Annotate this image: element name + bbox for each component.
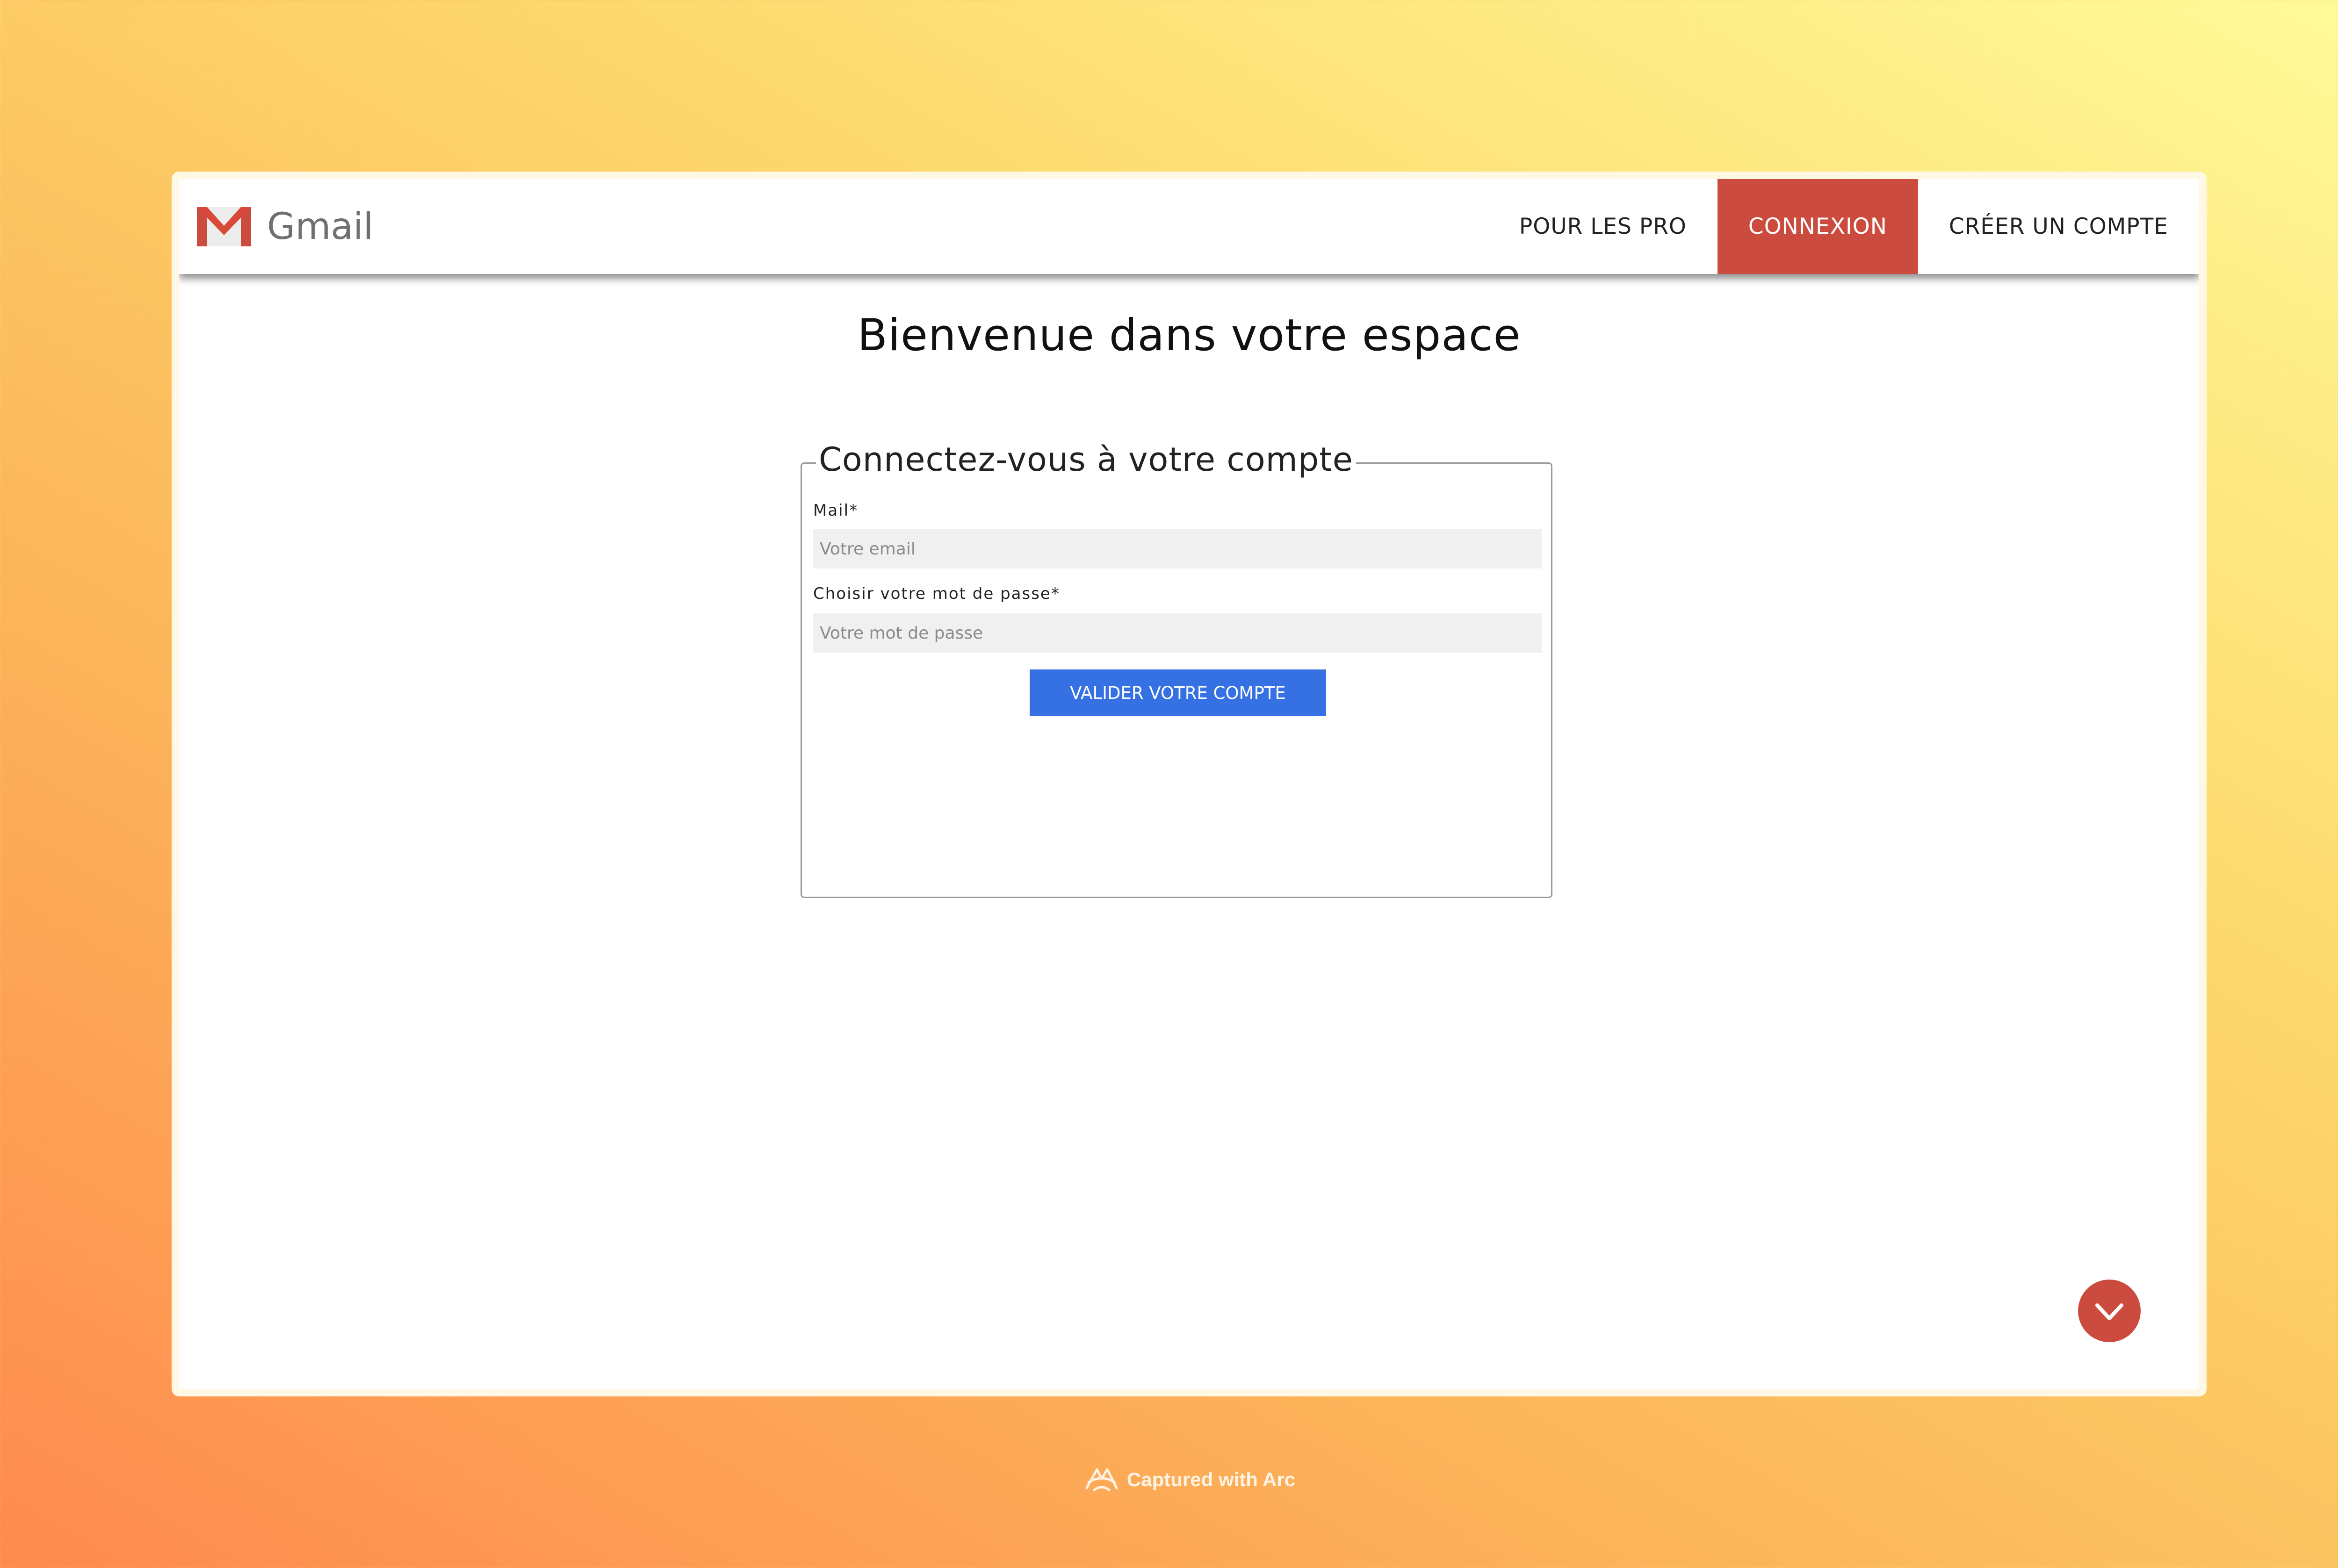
nav-link-creer-un-compte[interactable]: CRÉER UN COMPTE	[1918, 179, 2199, 274]
nav-links: POUR LES PRO CONNEXION CRÉER UN COMPTE	[1488, 179, 2199, 274]
browser-window: Gmail POUR LES PRO CONNEXION CRÉER UN CO…	[179, 179, 2199, 1389]
email-label: Mail*	[813, 501, 859, 520]
email-input[interactable]	[813, 529, 1542, 568]
arc-logo-icon	[1084, 1466, 1127, 1494]
submit-button[interactable]: VALIDER VOTRE COMPTE	[1030, 669, 1326, 716]
brand-name: Gmail	[267, 205, 374, 248]
password-input[interactable]	[813, 613, 1542, 653]
browser-window-frame: Gmail POUR LES PRO CONNEXION CRÉER UN CO…	[172, 172, 2207, 1396]
gmail-m-logo-icon	[195, 205, 253, 248]
capture-text: Captured with Arc	[1126, 1468, 1296, 1490]
password-label: Choisir votre mot de passe*	[813, 584, 1060, 603]
chevron-down-icon	[2091, 1292, 2128, 1330]
brand[interactable]: Gmail	[195, 205, 374, 248]
nav-link-connexion[interactable]: CONNEXION	[1717, 179, 1918, 274]
scroll-down-button[interactable]	[2078, 1280, 2141, 1342]
login-form-legend: Connectez-vous à votre compte	[816, 440, 1356, 479]
capture-badge: Captured with Arc	[0, 1466, 2338, 1494]
navbar: Gmail POUR LES PRO CONNEXION CRÉER UN CO…	[179, 179, 2199, 274]
nav-link-pour-les-pro[interactable]: POUR LES PRO	[1488, 179, 1717, 274]
login-form: Connectez-vous à votre compte Mail* Choi…	[801, 440, 1552, 898]
page-title: Bienvenue dans votre espace	[857, 310, 1521, 361]
